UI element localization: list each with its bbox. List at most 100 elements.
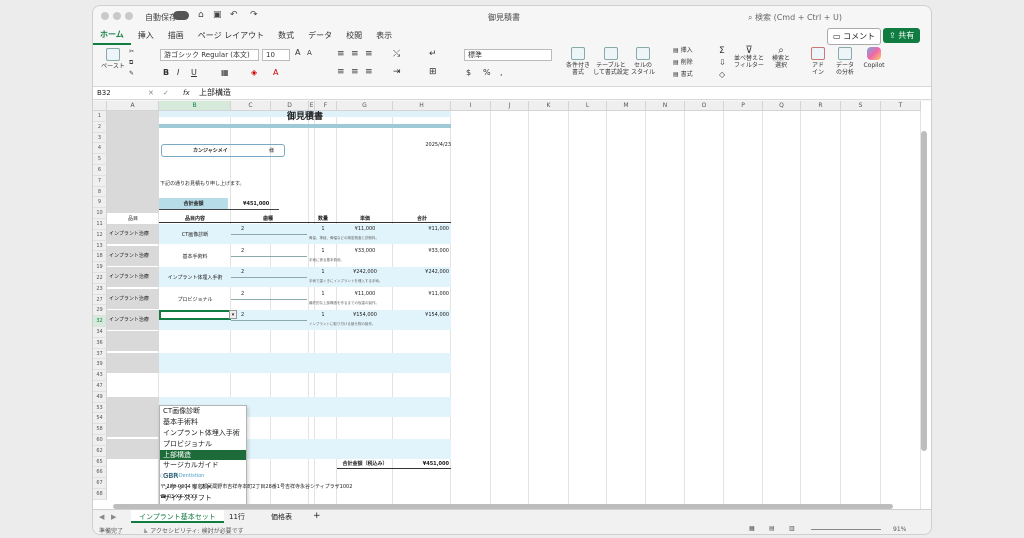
- row-header-36[interactable]: 36: [93, 337, 107, 349]
- sheet-tab-active[interactable]: インプラント基本セット: [131, 510, 224, 523]
- align-right-icon[interactable]: ≡: [365, 68, 373, 77]
- fx-icon[interactable]: fx: [183, 87, 190, 99]
- add-sheet-button[interactable]: +: [313, 511, 321, 521]
- row-header-43[interactable]: 43: [93, 370, 107, 381]
- fill-icon[interactable]: ⇩: [719, 59, 726, 67]
- font-size-select[interactable]: 10: [262, 49, 290, 61]
- row-header-13[interactable]: 13: [93, 240, 107, 252]
- row-header-8[interactable]: 8: [93, 186, 107, 198]
- share-button[interactable]: ⇪ 共有: [883, 28, 921, 43]
- merge-center-icon[interactable]: ⊞: [429, 68, 437, 77]
- column-header-P[interactable]: P: [724, 101, 763, 111]
- formula-input[interactable]: 上部構造: [199, 87, 231, 99]
- format-as-table-button[interactable]: テーブルと して書式設定: [593, 47, 629, 76]
- tab-review[interactable]: 校閲: [339, 30, 369, 41]
- row-header-1[interactable]: 1: [93, 111, 107, 122]
- column-header-N[interactable]: N: [646, 101, 685, 111]
- column-header-C[interactable]: C: [231, 101, 271, 111]
- row-header-10[interactable]: 10: [93, 208, 107, 219]
- enter-icon[interactable]: ✓: [163, 87, 169, 99]
- name-box[interactable]: B32: [97, 87, 111, 99]
- row-header-19[interactable]: 19: [93, 262, 107, 273]
- format-cells-button[interactable]: ▤ 書式: [673, 71, 693, 78]
- zoom-level[interactable]: 91%: [893, 526, 906, 533]
- row-header-7[interactable]: 7: [93, 175, 107, 187]
- number-format-select[interactable]: 標準: [464, 49, 552, 61]
- select-all-corner[interactable]: [93, 101, 107, 111]
- dropdown-option[interactable]: サージカルガイド: [160, 460, 246, 471]
- row-header-3[interactable]: 3: [93, 132, 107, 144]
- find-select-button[interactable]: ⌕ 検索と 選択: [768, 46, 794, 70]
- row-header-12[interactable]: 12: [93, 229, 107, 241]
- italic-icon[interactable]: I: [177, 69, 179, 77]
- row-header-68[interactable]: 68: [93, 489, 107, 500]
- comma-icon[interactable]: ,: [500, 69, 503, 77]
- sheet-tab-2[interactable]: 11行: [229, 512, 245, 522]
- sort-filter-button[interactable]: ⊽ 並べ替えと フィルター: [733, 46, 765, 70]
- column-header-S[interactable]: S: [841, 101, 881, 111]
- tab-page-layout[interactable]: ページ レイアウト: [191, 30, 271, 41]
- copy-icon[interactable]: ⧉: [129, 59, 133, 66]
- align-left-icon[interactable]: ≡: [337, 68, 345, 77]
- worksheet-grid[interactable]: ABCDEFGHIJKLMNOPQRST 1 2 3 4 5 6 7 8 9 10 11 12 13 18…: [93, 101, 931, 511]
- column-header-O[interactable]: O: [685, 101, 724, 111]
- fill-color-icon[interactable]: ◈: [251, 69, 257, 77]
- borders-icon[interactable]: ▦: [221, 69, 229, 77]
- sheet-tab-3[interactable]: 価格表: [271, 512, 292, 522]
- tab-formulas[interactable]: 数式: [271, 30, 301, 41]
- tab-insert[interactable]: 挿入: [131, 30, 161, 41]
- dropdown-option[interactable]: インプラント体埋入手術: [160, 428, 246, 439]
- row-header-47[interactable]: 47: [93, 381, 107, 392]
- column-header-F[interactable]: F: [315, 101, 337, 111]
- row-header-5[interactable]: 5: [93, 154, 107, 165]
- tab-view[interactable]: 表示: [369, 30, 399, 41]
- row-header-32[interactable]: 32: [93, 316, 107, 327]
- accessibility-status[interactable]: ♿ アクセシビリティ: 検討が必要です: [143, 526, 244, 534]
- row-header-27[interactable]: 27: [93, 294, 107, 306]
- copilot-button[interactable]: Copilot: [861, 47, 887, 69]
- tab-data[interactable]: データ: [301, 30, 339, 41]
- row-header-54[interactable]: 54: [93, 413, 107, 425]
- normal-view-icon[interactable]: ▦: [749, 525, 755, 532]
- column-header-B[interactable]: B: [159, 101, 231, 111]
- font-name-select[interactable]: 游ゴシック Regular (本文): [160, 49, 259, 61]
- align-middle-icon[interactable]: ≡: [351, 50, 359, 59]
- autosum-icon[interactable]: Σ: [719, 47, 725, 56]
- column-header-A[interactable]: A: [107, 101, 159, 111]
- row-header-18[interactable]: 18: [93, 251, 107, 263]
- align-center-icon[interactable]: ≡: [351, 68, 359, 77]
- search-box[interactable]: ⌕ 検索 (Cmd + Ctrl + U): [748, 12, 842, 23]
- insert-cells-button[interactable]: ▤ 挿入: [673, 47, 693, 54]
- cut-icon[interactable]: ✂: [129, 48, 134, 55]
- font-color-icon[interactable]: A: [273, 69, 278, 77]
- row-header-67[interactable]: 67: [93, 478, 107, 489]
- align-bottom-icon[interactable]: ≡: [365, 50, 373, 59]
- column-header-Q[interactable]: Q: [763, 101, 801, 111]
- column-header-J[interactable]: J: [491, 101, 529, 111]
- row-header-60[interactable]: 60: [93, 435, 107, 446]
- row-header-29[interactable]: 29: [93, 305, 107, 317]
- row-header-39[interactable]: 39: [93, 359, 107, 371]
- column-header-M[interactable]: M: [607, 101, 646, 111]
- increase-font-icon[interactable]: A: [295, 49, 300, 57]
- column-header-R[interactable]: R: [801, 101, 841, 111]
- bold-icon[interactable]: B: [163, 69, 169, 77]
- column-header-K[interactable]: K: [529, 101, 569, 111]
- row-header-49[interactable]: 49: [93, 391, 107, 403]
- home-icon[interactable]: ⌂: [198, 10, 204, 20]
- row-header-65[interactable]: 65: [93, 456, 107, 468]
- tab-home[interactable]: ホーム: [93, 26, 131, 45]
- save-icon[interactable]: ▣: [213, 10, 222, 20]
- dropdown-option[interactable]: 基本手術料: [160, 417, 246, 428]
- column-header-T[interactable]: T: [881, 101, 921, 111]
- next-sheet-icon[interactable]: ▶: [111, 513, 116, 521]
- row-header-22[interactable]: 22: [93, 273, 107, 284]
- paste-button[interactable]: ペースト: [99, 48, 127, 70]
- close-window-button[interactable]: [101, 12, 109, 20]
- underline-icon[interactable]: U: [191, 69, 197, 77]
- autosave-toggle[interactable]: [173, 11, 189, 20]
- dropdown-option[interactable]: 上部構造: [160, 449, 246, 461]
- prev-sheet-icon[interactable]: ◀: [99, 513, 104, 521]
- conditional-format-button[interactable]: 条件付き 書式: [563, 47, 593, 76]
- row-header-34[interactable]: 34: [93, 327, 107, 338]
